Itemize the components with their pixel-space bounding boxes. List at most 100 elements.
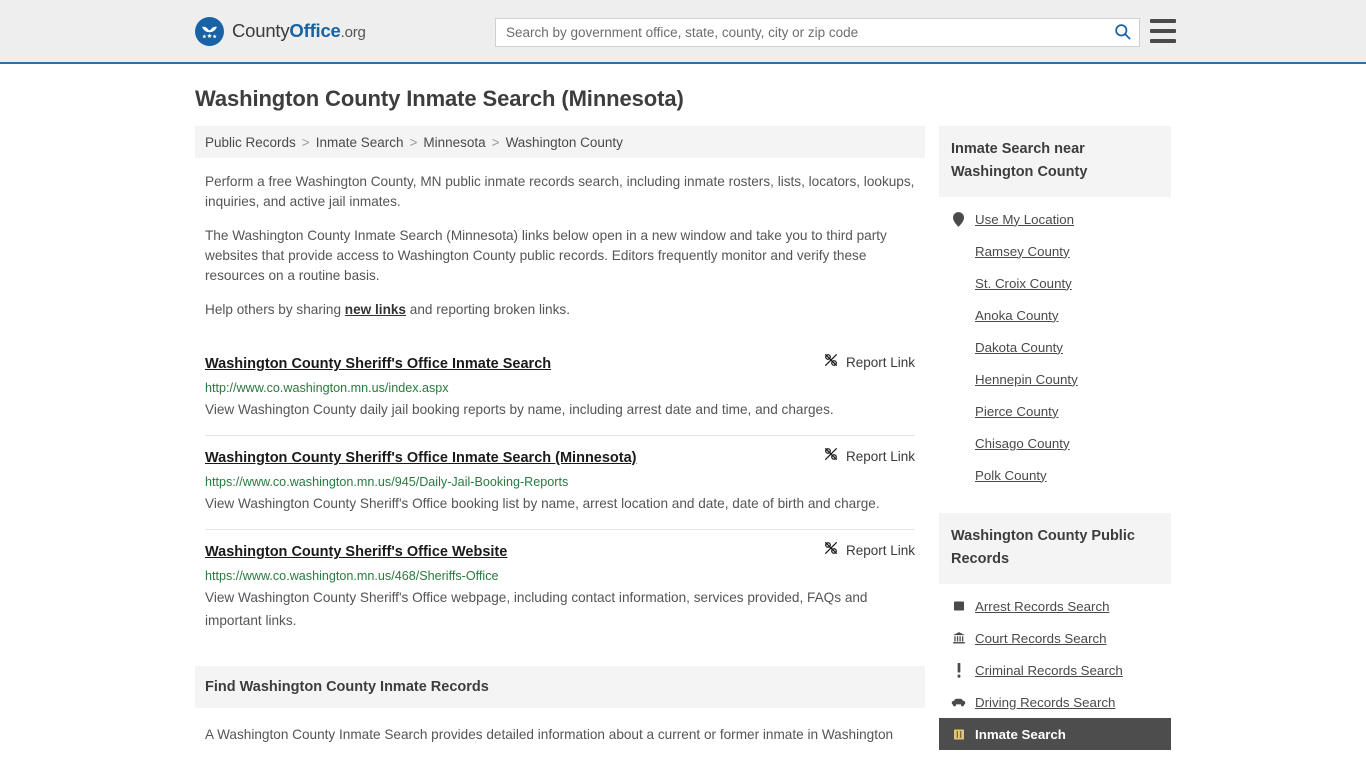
- blank-icon: [951, 403, 966, 419]
- brand-office: Office: [289, 20, 341, 41]
- car-icon: [951, 694, 966, 710]
- sidebar-item-driving-records-search[interactable]: Driving Records Search: [939, 686, 1171, 718]
- blank-icon: [951, 435, 966, 451]
- result-header: Washington County Sheriff's Office Inmat…: [205, 446, 915, 467]
- sidebar-public-records-heading: Washington County Public Records: [951, 528, 1135, 567]
- result-description: View Washington County daily jail bookin…: [205, 402, 834, 417]
- result-description: View Washington County Sheriff's Office …: [205, 590, 868, 628]
- blank-icon: [951, 243, 966, 259]
- report-link-label: Report Link: [845, 543, 915, 558]
- intro-paragraph-2: The Washington County Inmate Search (Min…: [205, 228, 887, 283]
- intro-paragraph-1: Perform a free Washington County, MN pub…: [205, 174, 915, 209]
- sidebar-item-arrest-records-search[interactable]: Arrest Records Search: [939, 590, 1171, 622]
- share-text-after: and reporting broken links.: [406, 302, 570, 317]
- page-title: Washington County Inmate Search (Minneso…: [195, 86, 684, 111]
- menu-bar-3: [1150, 39, 1176, 43]
- report-link-label: Report Link: [845, 355, 915, 370]
- page-container: Washington County Inmate Search (Minneso…: [0, 86, 1366, 760]
- broken-link-icon: [823, 540, 839, 561]
- breadcrumb-separator: >: [491, 134, 500, 150]
- sidebar-item-use-my-location[interactable]: Use My Location: [939, 203, 1171, 235]
- brand-wordmark: CountyOffice.org: [232, 20, 366, 42]
- sidebar-item-ramsey-county[interactable]: Ramsey County: [939, 235, 1171, 267]
- exclamation-icon: [951, 662, 966, 678]
- breadcrumb-separator: >: [409, 134, 418, 150]
- breadcrumb-item-washington-county[interactable]: Washington County: [506, 135, 623, 150]
- breadcrumb: Public Records > Inmate Search > Minneso…: [195, 126, 925, 158]
- broken-link-icon: [823, 352, 839, 373]
- site-header: CountyOffice.org: [0, 0, 1366, 64]
- new-links-link[interactable]: new links: [345, 302, 406, 317]
- search-input[interactable]: [496, 19, 1105, 46]
- intro-text: Perform a free Washington County, MN pub…: [195, 172, 925, 320]
- content-columns: Public Records > Inmate Search > Minneso…: [195, 126, 1171, 760]
- sidebar-item-label: Pierce County: [975, 403, 1059, 419]
- blank-icon: [951, 307, 966, 323]
- sidebar-nearby-heading: Inmate Search near Washington County: [951, 141, 1088, 180]
- sidebar-item-label: Criminal Records Search: [975, 662, 1123, 678]
- sidebar-item-hennepin-county[interactable]: Hennepin County: [939, 363, 1171, 395]
- brand-county: County: [232, 20, 290, 41]
- menu-bar-1: [1150, 19, 1176, 23]
- brand-tld: .org: [340, 24, 366, 41]
- sidebar: Inmate Search near Washington County Use…: [939, 126, 1171, 760]
- search-bar: [495, 18, 1140, 47]
- breadcrumb-item-minnesota[interactable]: Minnesota: [423, 135, 485, 150]
- result-list: Washington County Sheriff's Office Inmat…: [195, 342, 925, 646]
- map-pin-icon: [951, 211, 966, 227]
- sidebar-item-chisago-county[interactable]: Chisago County: [939, 427, 1171, 459]
- broken-link-icon: [823, 446, 839, 467]
- main-content: Public Records > Inmate Search > Minneso…: [195, 126, 925, 745]
- menu-bar-2: [1150, 29, 1176, 33]
- find-records-section-body: A Washington County Inmate Search provid…: [195, 724, 925, 745]
- breadcrumb-separator: >: [301, 134, 310, 150]
- blank-icon: [951, 339, 966, 355]
- sidebar-panel-public-records: Washington County Public Records Arrest …: [939, 513, 1171, 750]
- blank-icon: [951, 371, 966, 387]
- sidebar-item-dakota-county[interactable]: Dakota County: [939, 331, 1171, 363]
- sidebar-public-records-header: Washington County Public Records: [939, 513, 1171, 584]
- sidebar-item-label: Driving Records Search: [975, 694, 1116, 710]
- sidebar-item-criminal-records-search[interactable]: Criminal Records Search: [939, 654, 1171, 686]
- breadcrumb-item-inmate-search[interactable]: Inmate Search: [316, 135, 404, 150]
- sidebar-item-label: Chisago County: [975, 435, 1070, 451]
- report-link-button[interactable]: Report Link: [823, 540, 915, 561]
- sidebar-item-inmate-search[interactable]: Inmate Search: [939, 718, 1171, 750]
- sidebar-item-label: Ramsey County: [975, 243, 1070, 259]
- hamburger-menu-icon[interactable]: [1150, 19, 1176, 43]
- sidebar-item-anoka-county[interactable]: Anoka County: [939, 299, 1171, 331]
- breadcrumb-item-public-records[interactable]: Public Records: [205, 135, 296, 150]
- sidebar-nearby-list: Use My Location Ramsey County St. Croix …: [939, 197, 1171, 491]
- result-description: View Washington County Sheriff's Office …: [205, 496, 880, 511]
- sidebar-item-pierce-county[interactable]: Pierce County: [939, 395, 1171, 427]
- sidebar-item-label: Anoka County: [975, 307, 1059, 323]
- sidebar-item-label: Polk County: [975, 467, 1047, 483]
- report-link-button[interactable]: Report Link: [823, 446, 915, 467]
- sidebar-item-st-croix-county[interactable]: St. Croix County: [939, 267, 1171, 299]
- sidebar-item-label: Court Records Search: [975, 630, 1107, 646]
- site-logo[interactable]: CountyOffice.org: [195, 16, 366, 46]
- result-url: https://www.co.washington.mn.us/945/Dail…: [205, 475, 569, 489]
- sidebar-public-records-list: Arrest Records Search Court Records Sear…: [939, 584, 1171, 750]
- sidebar-item-label: Use My Location: [975, 211, 1075, 227]
- report-link-label: Report Link: [845, 449, 915, 464]
- fingerprint-card-icon: [951, 598, 966, 614]
- share-text-before: Help others by sharing: [205, 302, 345, 317]
- sidebar-item-label: Arrest Records Search: [975, 598, 1110, 614]
- report-link-button[interactable]: Report Link: [823, 352, 915, 373]
- sidebar-item-court-records-search[interactable]: Court Records Search: [939, 622, 1171, 654]
- find-records-paragraph: A Washington County Inmate Search provid…: [205, 727, 894, 742]
- find-records-heading: Find Washington County Inmate Records: [205, 679, 489, 695]
- search-icon: [1113, 22, 1132, 44]
- sidebar-item-label: Dakota County: [975, 339, 1063, 355]
- search-button[interactable]: [1105, 19, 1139, 46]
- result-title-link[interactable]: Washington County Sheriff's Office Websi…: [205, 544, 507, 560]
- sidebar-item-polk-county[interactable]: Polk County: [939, 459, 1171, 491]
- result-item: Washington County Sheriff's Office Websi…: [205, 530, 915, 646]
- sidebar-item-label: St. Croix County: [975, 275, 1072, 291]
- result-title-link[interactable]: Washington County Sheriff's Office Inmat…: [205, 450, 637, 466]
- result-title-link[interactable]: Washington County Sheriff's Office Inmat…: [205, 356, 551, 372]
- result-url: http://www.co.washington.mn.us/index.asp…: [205, 381, 449, 395]
- jail-door-icon: [951, 726, 966, 742]
- blank-icon: [951, 467, 966, 483]
